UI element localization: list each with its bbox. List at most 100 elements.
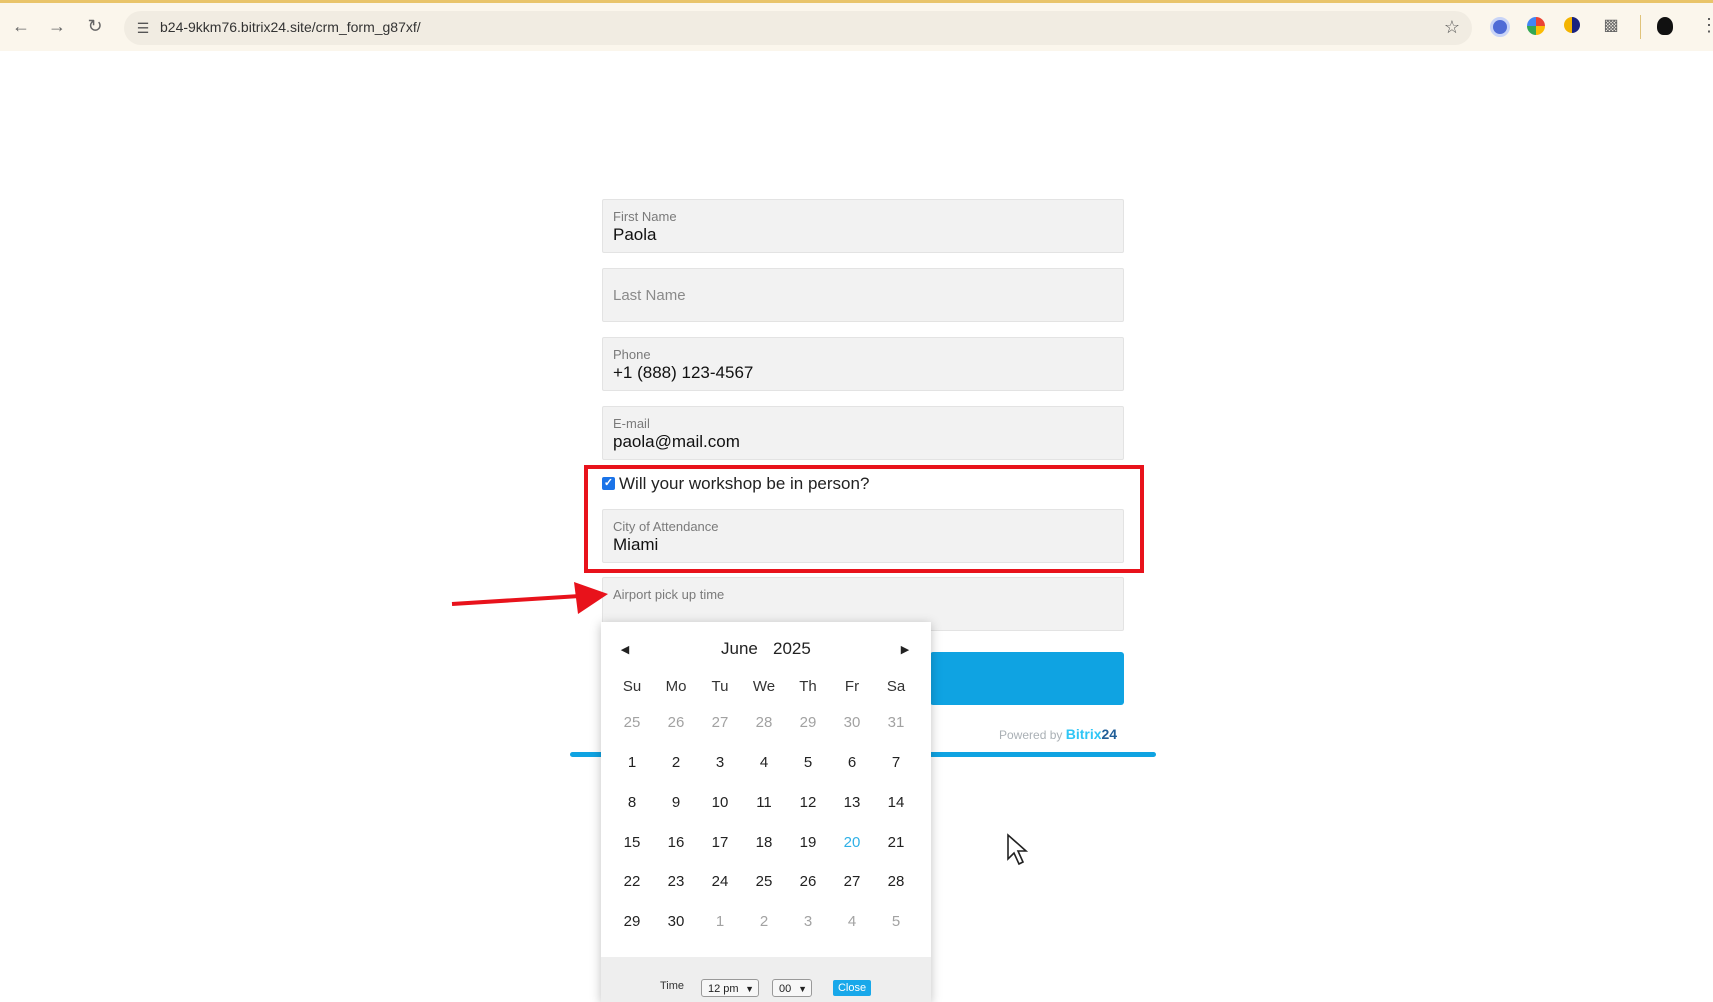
time-label: Time — [660, 980, 685, 992]
calendar-day[interactable]: 26 — [654, 714, 698, 731]
in-person-label: Will your workshop be in person? — [619, 474, 870, 493]
calendar-day[interactable]: 9 — [654, 794, 698, 811]
mouse-cursor-icon — [1007, 833, 1029, 866]
calendar-day[interactable]: 7 — [874, 754, 918, 771]
weekday-header: Su — [622, 678, 642, 695]
calendar-year[interactable]: 2025 — [773, 639, 811, 659]
calendar-day[interactable]: 2 — [742, 913, 786, 930]
next-month-icon[interactable]: ▶ — [895, 640, 915, 660]
calendar-day[interactable]: 25 — [742, 873, 786, 890]
calendar-day[interactable]: 26 — [786, 873, 830, 890]
date-picker-popup: ◀ June 2025 ▶ Time 12 pm ▼ 00 ▼ Close Su Mo… — [601, 622, 931, 1002]
calendar-day[interactable]: 16 — [654, 834, 698, 851]
calendar-day[interactable]: 29 — [786, 714, 830, 731]
calendar-day[interactable]: 15 — [610, 834, 654, 851]
first-name-label: First Name — [613, 209, 677, 224]
calendar-day[interactable]: 13 — [830, 794, 874, 811]
email-field[interactable]: E-mail paola@mail.com — [602, 406, 1124, 460]
back-icon[interactable]: ← — [10, 15, 32, 37]
calendar-day[interactable]: 24 — [698, 873, 742, 890]
calendar-day[interactable]: 27 — [698, 714, 742, 731]
calendar-close-button[interactable]: Close — [833, 980, 871, 996]
calendar-day[interactable]: 2 — [654, 754, 698, 771]
calendar-day[interactable]: 30 — [830, 714, 874, 731]
calendar-day[interactable]: 21 — [874, 834, 918, 851]
phone-label: Phone — [613, 347, 651, 362]
calendar-day[interactable]: 3 — [786, 913, 830, 930]
address-bar[interactable]: ☰ b24-9kkm76.bitrix24.site/crm_form_g87x… — [124, 11, 1472, 45]
calendar-day[interactable]: 3 — [698, 754, 742, 771]
first-name-value: Paola — [613, 225, 657, 244]
first-name-field[interactable]: First Name Paola — [602, 199, 1124, 253]
calendar-day[interactable]: 28 — [742, 714, 786, 731]
bookmark-star-icon[interactable]: ☆ — [1444, 17, 1460, 38]
in-person-checkbox[interactable]: ✓ — [602, 477, 615, 490]
browser-toolbar: ← → ↻ ☰ b24-9kkm76.bitrix24.site/crm_for… — [0, 0, 1713, 51]
hour-value: 12 pm — [708, 983, 739, 995]
calendar-day[interactable]: 28 — [874, 873, 918, 890]
calendar-day[interactable]: 4 — [742, 754, 786, 771]
forward-icon[interactable]: → — [46, 15, 68, 37]
extension-contrast-icon[interactable] — [1564, 17, 1580, 33]
calendar-day[interactable]: 29 — [610, 913, 654, 930]
toolbar-divider — [1640, 15, 1641, 39]
bitrix-brand-text: Bitrix — [1065, 726, 1102, 742]
weekday-header: Mo — [665, 678, 687, 695]
calendar-day[interactable]: 10 — [698, 794, 742, 811]
calendar-day[interactable]: 8 — [610, 794, 654, 811]
calendar-footer — [601, 957, 931, 1002]
email-label: E-mail — [613, 416, 650, 431]
profile-avatar-icon[interactable] — [1657, 17, 1673, 35]
site-settings-icon[interactable]: ☰ — [133, 18, 153, 38]
last-name-field[interactable]: Last Name — [602, 268, 1124, 322]
chevron-down-icon: ▼ — [798, 984, 807, 994]
extension-color-icon[interactable] — [1527, 17, 1545, 35]
calendar-day[interactable]: 1 — [610, 754, 654, 771]
weekday-header: Sa — [886, 678, 906, 695]
extensions-puzzle-icon[interactable]: ▩ — [1600, 15, 1622, 37]
prev-month-icon[interactable]: ◀ — [615, 640, 635, 660]
calendar-day[interactable]: 19 — [786, 834, 830, 851]
calendar-day[interactable]: 27 — [830, 873, 874, 890]
calendar-day[interactable]: 22 — [610, 873, 654, 890]
calendar-day[interactable]: 6 — [830, 754, 874, 771]
calendar-day[interactable]: 14 — [874, 794, 918, 811]
city-of-attendance-field[interactable]: City of Attendance Miami — [602, 509, 1124, 563]
calendar-day[interactable]: 1 — [698, 913, 742, 930]
city-label: City of Attendance — [613, 519, 719, 534]
calendar-day[interactable]: 11 — [742, 794, 786, 811]
calendar-day[interactable]: 20 — [830, 834, 874, 851]
powered-by-text: Powered by — [999, 728, 1063, 742]
calendar-day[interactable]: 23 — [654, 873, 698, 890]
calendar-day[interactable]: 25 — [610, 714, 654, 731]
annotation-arrow-icon — [451, 582, 608, 614]
calendar-day[interactable]: 17 — [698, 834, 742, 851]
minute-select[interactable]: 00 ▼ — [772, 979, 812, 997]
last-name-placeholder: Last Name — [613, 287, 686, 304]
calendar-day[interactable]: 5 — [874, 913, 918, 930]
extension-password-icon[interactable] — [1490, 17, 1510, 37]
calendar-day[interactable]: 18 — [742, 834, 786, 851]
weekday-header: Tu — [711, 678, 729, 695]
bitrix-brand-number: 24 — [1101, 726, 1118, 742]
submit-button[interactable] — [930, 652, 1124, 705]
reload-icon[interactable]: ↻ — [84, 15, 106, 37]
airport-pickup-label: Airport pick up time — [613, 587, 725, 602]
menu-kebab-icon[interactable]: ⋮ — [1700, 15, 1713, 36]
calendar-day[interactable]: 12 — [786, 794, 830, 811]
powered-by-link[interactable]: Powered by Bitrix24 — [999, 726, 1117, 742]
weekday-header: We — [752, 678, 776, 695]
calendar-day[interactable]: 5 — [786, 754, 830, 771]
calendar-day[interactable]: 4 — [830, 913, 874, 930]
hour-select[interactable]: 12 pm ▼ — [701, 979, 759, 997]
url-text: b24-9kkm76.bitrix24.site/crm_form_g87xf/ — [160, 19, 421, 35]
calendar-day[interactable]: 31 — [874, 714, 918, 731]
phone-field[interactable]: Phone +1 (888) 123-4567 — [602, 337, 1124, 391]
calendar-day[interactable]: 30 — [654, 913, 698, 930]
phone-value: +1 (888) 123-4567 — [613, 363, 754, 382]
email-value: paola@mail.com — [613, 432, 740, 451]
calendar-month[interactable]: June — [721, 639, 758, 659]
weekday-header: Fr — [844, 678, 860, 695]
city-value: Miami — [613, 535, 659, 554]
chevron-down-icon: ▼ — [745, 984, 754, 994]
